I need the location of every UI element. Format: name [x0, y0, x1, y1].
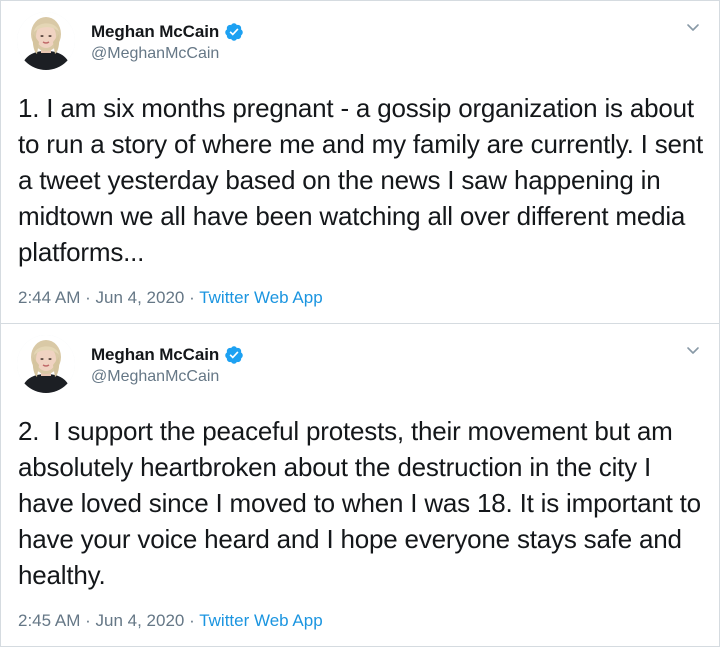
tweet-card[interactable]: Meghan McCain @MeghanMcCain 1. I am six …	[1, 1, 719, 323]
avatar-image	[17, 12, 75, 70]
meta-separator: ·	[189, 288, 195, 307]
tweet-date[interactable]: Jun 4, 2020	[96, 288, 185, 307]
tweet-metadata: 2:44 AM · Jun 4, 2020 · Twitter Web App	[18, 288, 323, 308]
chevron-down-icon[interactable]	[683, 340, 703, 360]
verified-badge-icon	[224, 345, 244, 365]
meta-separator: ·	[189, 611, 195, 630]
tweet-time[interactable]: 2:45 AM	[18, 611, 80, 630]
tweet-thread-screenshot: Meghan McCain @MeghanMcCain 1. I am six …	[0, 0, 720, 647]
tweet-metadata: 2:45 AM · Jun 4, 2020 · Twitter Web App	[18, 611, 323, 631]
meta-separator: ·	[85, 611, 91, 630]
tweet-date[interactable]: Jun 4, 2020	[96, 611, 185, 630]
avatar-image	[17, 335, 75, 393]
author-handle[interactable]: @MeghanMcCain	[91, 45, 219, 63]
tweet-text: 2. I support the peaceful protests, thei…	[18, 416, 708, 590]
tweet-text: 1. I am six months pregnant - a gossip o…	[18, 93, 711, 267]
display-name[interactable]: Meghan McCain	[91, 22, 219, 42]
avatar[interactable]	[17, 12, 75, 70]
tweet-source-link[interactable]: Twitter Web App	[199, 611, 322, 630]
author-name-row[interactable]: Meghan McCain	[91, 344, 244, 366]
chevron-down-icon[interactable]	[683, 17, 703, 37]
author-handle[interactable]: @MeghanMcCain	[91, 368, 219, 386]
verified-badge-icon	[224, 22, 244, 42]
author-name-row[interactable]: Meghan McCain	[91, 21, 244, 43]
tweet-card[interactable]: Meghan McCain @MeghanMcCain 2. I support…	[1, 324, 719, 646]
meta-separator: ·	[85, 288, 91, 307]
avatar[interactable]	[17, 335, 75, 393]
display-name[interactable]: Meghan McCain	[91, 345, 219, 365]
tweet-time[interactable]: 2:44 AM	[18, 288, 80, 307]
tweet-source-link[interactable]: Twitter Web App	[199, 288, 322, 307]
